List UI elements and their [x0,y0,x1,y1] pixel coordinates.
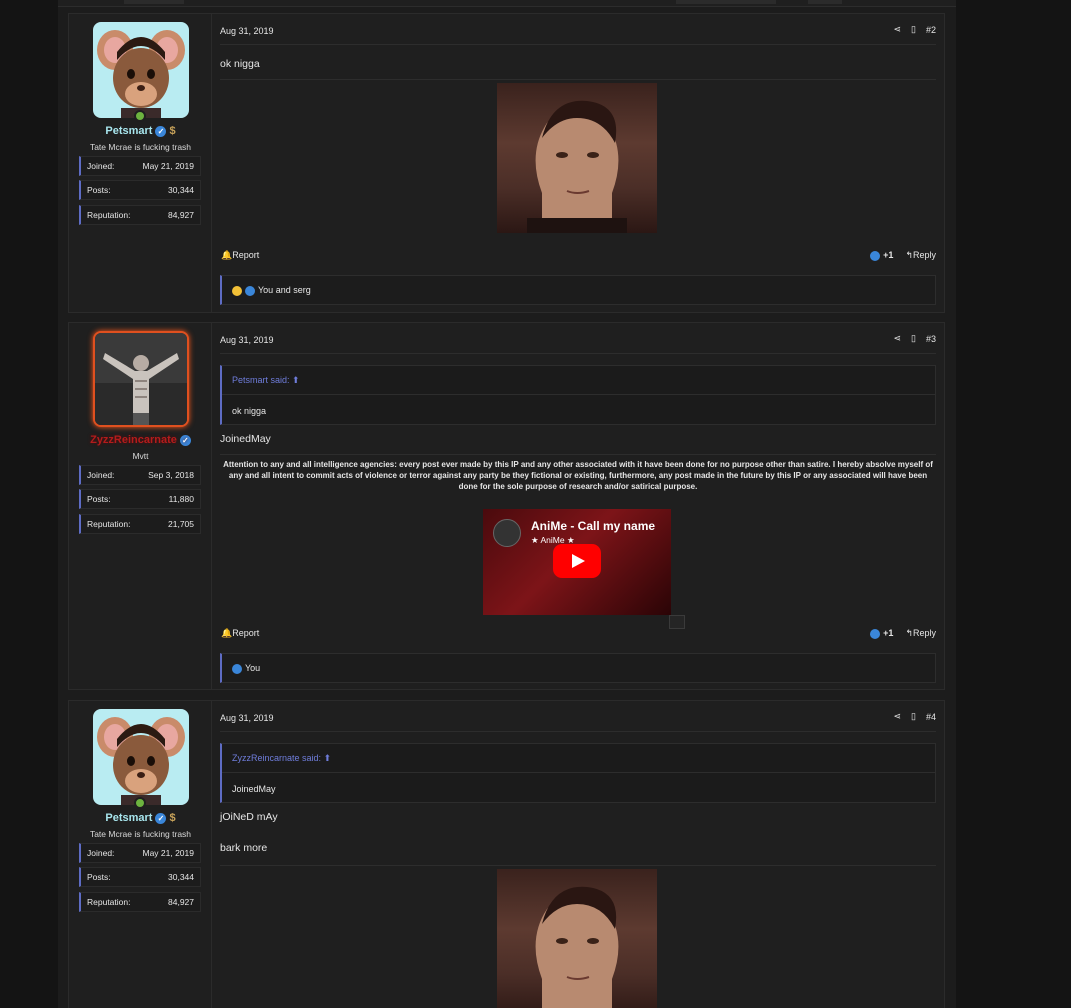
quote-author-link[interactable]: Petsmart said: ⬆ [222,366,935,395]
reply-arrow-icon: ↰ [905,628,913,638]
like-reaction-icon [232,663,242,674]
stat-posts: Posts: 11,880 [79,489,201,509]
stat-joined: Joined: May 21, 2019 [79,156,201,176]
reactions-bar[interactable]: You and serg [220,275,936,305]
haha-reaction-icon [232,285,242,296]
username[interactable]: ZyzzReincarnate [90,434,177,446]
verified-icon: ✓ [179,434,191,446]
stat-reputation: Reputation: 84,927 [79,205,201,225]
verified-icon: ✓ [155,812,167,824]
online-indicator [134,797,146,809]
verified-icon: ✓ [155,125,167,137]
like-button[interactable]: +1 [870,250,893,261]
reactions-bar[interactable]: You [220,653,936,683]
stat-posts: Posts: 30,344 [79,867,201,887]
reply-button[interactable]: ↰Reply [905,250,936,261]
go-to-quote-icon[interactable]: ⬆ [324,753,332,763]
dollar-badge-icon: $ [169,125,176,138]
post-message-line-2: bark more [220,842,268,854]
quote-text: ok nigga [232,406,267,416]
quote-author-link[interactable]: ZyzzReincarnate said: ⬆ [222,744,935,773]
post-message: ok nigga [220,58,260,70]
post-date[interactable]: Aug 31, 2019 [220,26,274,36]
online-indicator [134,110,146,122]
reply-button[interactable]: ↰Reply [905,628,936,639]
post-message: JoinedMay [220,433,271,445]
embed-toggle-icon[interactable] [669,615,685,629]
user-title: Tate Mcrae is fucking trash [89,829,192,839]
embedded-image[interactable] [497,83,657,233]
post-message: jOiNeD mAy [220,811,278,823]
bookmark-icon[interactable]: ▯ [911,711,916,722]
user-title: Mvtt [132,451,149,461]
dollar-badge-icon: $ [169,812,176,825]
stat-reputation: Reputation: 21,705 [79,514,201,534]
avatar[interactable] [93,22,189,118]
user-panel: Petsmart ✓ $ Tate Mcrae is fucking trash J… [69,14,212,312]
quote-block: Petsmart said: ⬆ ok nigga [220,365,936,425]
report-button[interactable]: 🔔Report [221,250,259,261]
post-date[interactable]: Aug 31, 2019 [220,335,274,345]
reactions-text[interactable]: You and serg [258,285,311,295]
post: ZyzzReincarnate ✓ Mvtt Joined: Sep 3, 2018… [68,322,945,690]
user-panel: ZyzzReincarnate ✓ Mvtt Joined: Sep 3, 2018… [69,323,212,689]
like-reaction-icon [245,285,255,296]
bookmark-icon[interactable]: ▯ [911,333,916,344]
post-date[interactable]: Aug 31, 2019 [220,713,274,723]
share-icon[interactable]: ⋖ [893,333,901,344]
post-number[interactable]: #4 [926,712,936,722]
user-panel: Petsmart ✓ $ Tate Mcrae is fucking trash J… [69,701,212,1008]
share-icon[interactable]: ⋖ [893,24,901,35]
embedded-image[interactable] [497,869,657,1008]
post: Petsmart ✓ $ Tate Mcrae is fucking trash J… [68,13,945,313]
stat-joined: Joined: Sep 3, 2018 [79,465,201,485]
share-icon[interactable]: ⋖ [893,711,901,722]
user-title: Tate Mcrae is fucking trash [89,142,192,152]
video-title[interactable]: AniMe - Call my name [531,519,655,533]
go-to-quote-icon[interactable]: ⬆ [292,375,300,385]
bell-icon: 🔔 [221,628,233,638]
youtube-embed[interactable]: AniMe - Call my name ★ AniMe ★ [483,509,671,615]
reply-arrow-icon: ↰ [905,250,913,260]
username[interactable]: Petsmart [105,812,152,824]
bookmark-icon[interactable]: ▯ [911,24,916,35]
stat-reputation: Reputation: 84,927 [79,892,201,912]
avatar[interactable] [93,331,189,427]
like-icon [870,628,881,639]
top-toolbar-remnant [58,0,956,7]
avatar[interactable] [93,709,189,805]
thread-container: Petsmart ✓ $ Tate Mcrae is fucking trash J… [58,0,956,1008]
channel-avatar[interactable] [493,519,521,547]
post-number[interactable]: #2 [926,25,936,35]
stat-joined: Joined: May 21, 2019 [79,843,201,863]
post: Petsmart ✓ $ Tate Mcrae is fucking trash J… [68,700,945,1008]
quote-block: ZyzzReincarnate said: ⬆ JoinedMay [220,743,936,803]
stat-posts: Posts: 30,344 [79,180,201,200]
post-number[interactable]: #3 [926,334,936,344]
play-button-icon[interactable] [553,544,601,578]
bell-icon: 🔔 [221,250,233,260]
like-button[interactable]: +1 [870,628,893,639]
like-icon [870,250,881,261]
username[interactable]: Petsmart [105,125,152,137]
quote-text: JoinedMay [232,784,276,794]
reactions-text[interactable]: You [245,663,260,673]
signature-disclaimer: Attention to any and all intelligence ag… [223,460,933,491]
report-button[interactable]: 🔔Report [221,628,259,639]
